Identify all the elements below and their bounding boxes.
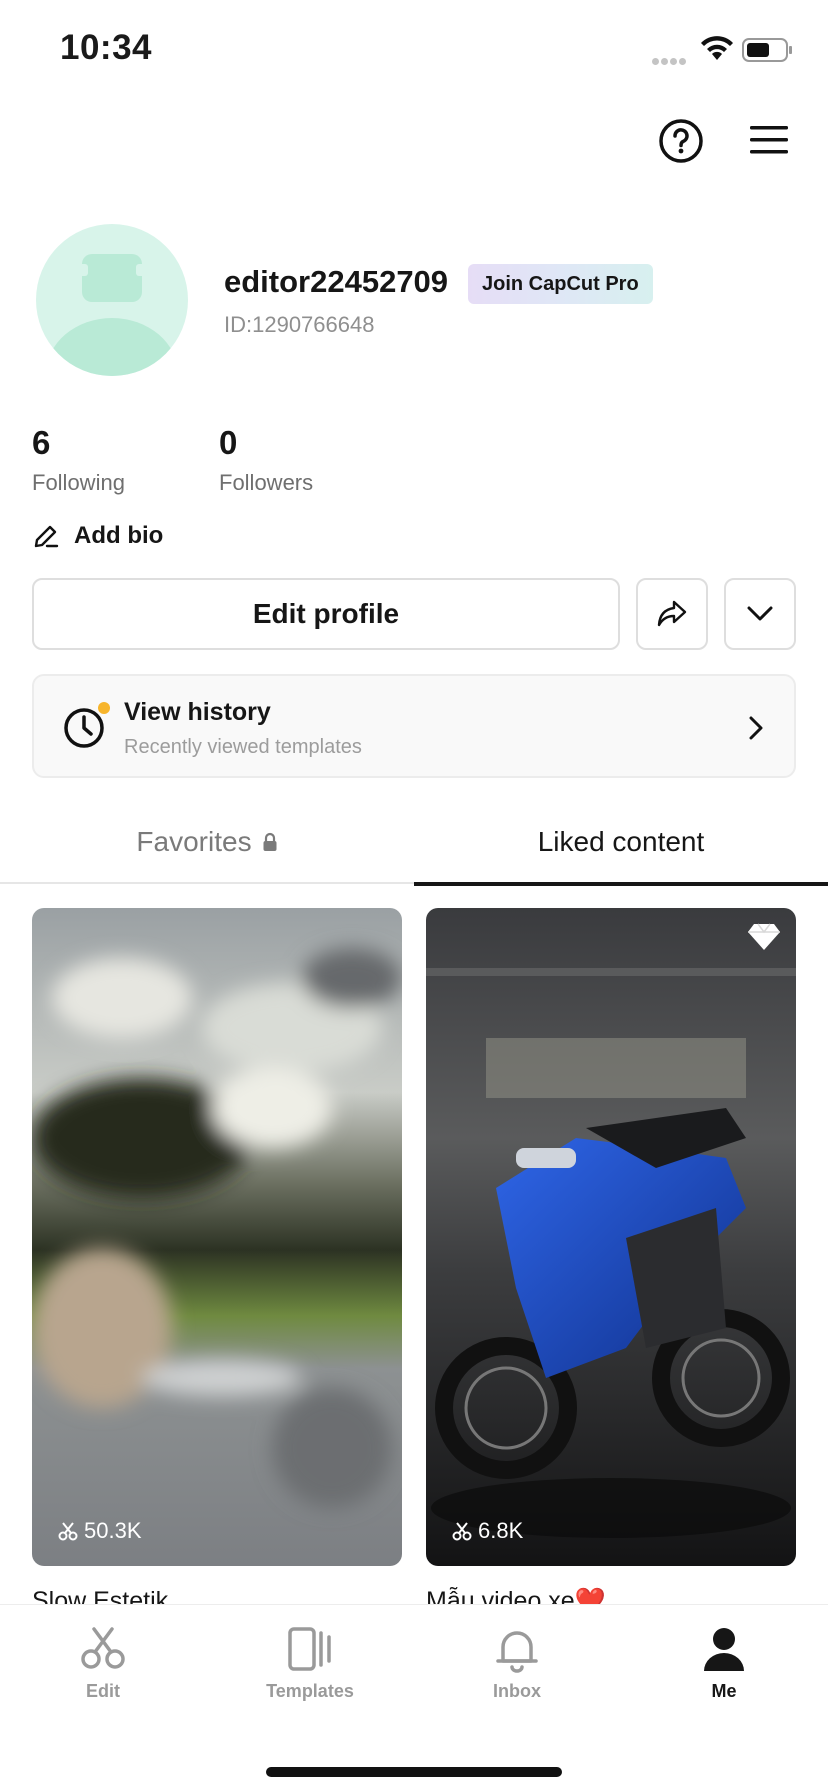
share-profile-button[interactable] xyxy=(636,578,708,650)
add-bio-button[interactable]: Add bio xyxy=(32,518,163,554)
tab-favorites-label: Favorites xyxy=(136,826,252,857)
edit-profile-button[interactable]: Edit profile xyxy=(32,578,620,650)
view-history-title: View history xyxy=(124,698,271,726)
lock-icon xyxy=(263,832,277,851)
followers-count: 0 xyxy=(219,424,238,461)
pencil-icon xyxy=(34,525,59,548)
nav-templates[interactable]: Templates xyxy=(230,1625,390,1702)
add-bio-label: Add bio xyxy=(74,522,164,549)
nav-templates-label: Templates xyxy=(266,1681,354,1701)
default-avatar-icon xyxy=(46,254,178,376)
scissors-icon xyxy=(81,1627,125,1669)
bottom-nav: Edit Templates Inbox Me xyxy=(0,1604,828,1792)
home-indicator xyxy=(266,1767,562,1777)
content-tabs: Favorites Liked content xyxy=(0,800,828,886)
view-history-subtitle: Recently viewed templates xyxy=(124,736,362,758)
template-thumbnail xyxy=(32,908,402,1566)
tab-liked-content-label: Liked content xyxy=(537,826,705,857)
user-id: ID:1290766648 xyxy=(224,312,375,337)
status-time: 10:34 xyxy=(60,28,153,67)
template-card[interactable]: 6.8K xyxy=(426,908,796,1566)
tab-favorites[interactable]: Favorites xyxy=(0,800,414,884)
nav-inbox-label: Inbox xyxy=(493,1681,541,1701)
use-count-value: 6.8K xyxy=(478,1518,524,1543)
followers-label: Followers xyxy=(219,470,314,495)
share-icon xyxy=(657,600,687,627)
following-label: Following xyxy=(32,470,125,495)
nav-edit[interactable]: Edit xyxy=(23,1625,183,1702)
help-icon[interactable] xyxy=(658,118,704,164)
wifi-icon xyxy=(701,36,733,60)
username: editor22452709 xyxy=(224,264,449,299)
avatar[interactable] xyxy=(36,224,188,376)
signal-icon xyxy=(652,52,692,65)
edit-profile-label: Edit profile xyxy=(252,598,400,629)
scissors-icon xyxy=(452,1522,472,1541)
battery-icon xyxy=(742,38,792,62)
chevron-down-icon xyxy=(747,606,773,621)
templates-icon xyxy=(288,1627,331,1671)
following-stat[interactable]: 6 Following xyxy=(32,424,125,496)
nav-me-label: Me xyxy=(711,1681,737,1701)
status-bar: 10:34 xyxy=(0,0,828,100)
diamond-icon xyxy=(748,923,780,950)
use-count: 50.3K xyxy=(58,1518,142,1544)
nav-me[interactable]: Me xyxy=(644,1625,804,1702)
menu-icon[interactable] xyxy=(748,122,790,158)
template-card[interactable]: 50.3K xyxy=(32,908,402,1566)
template-title[interactable]: Slow Estetik xyxy=(32,1584,168,1604)
more-options-button[interactable] xyxy=(724,578,796,650)
view-history-row[interactable]: View history Recently viewed templates xyxy=(32,674,796,778)
join-pro-badge[interactable]: Join CapCut Pro xyxy=(468,264,653,304)
notification-dot xyxy=(98,702,110,714)
person-icon xyxy=(704,1628,744,1671)
chevron-right-icon xyxy=(749,716,763,740)
nav-inbox[interactable]: Inbox xyxy=(437,1625,597,1702)
following-count: 6 xyxy=(32,424,51,461)
bell-icon xyxy=(496,1631,538,1673)
followers-stat[interactable]: 0 Followers xyxy=(219,424,313,496)
scissors-icon xyxy=(58,1522,78,1541)
template-thumbnail xyxy=(426,908,796,1566)
use-count: 6.8K xyxy=(452,1518,523,1544)
use-count-value: 50.3K xyxy=(84,1518,142,1543)
nav-edit-label: Edit xyxy=(86,1681,120,1701)
template-title[interactable]: Mẫu video xe❤️ xyxy=(426,1584,606,1604)
tab-liked-content[interactable]: Liked content xyxy=(414,800,828,886)
